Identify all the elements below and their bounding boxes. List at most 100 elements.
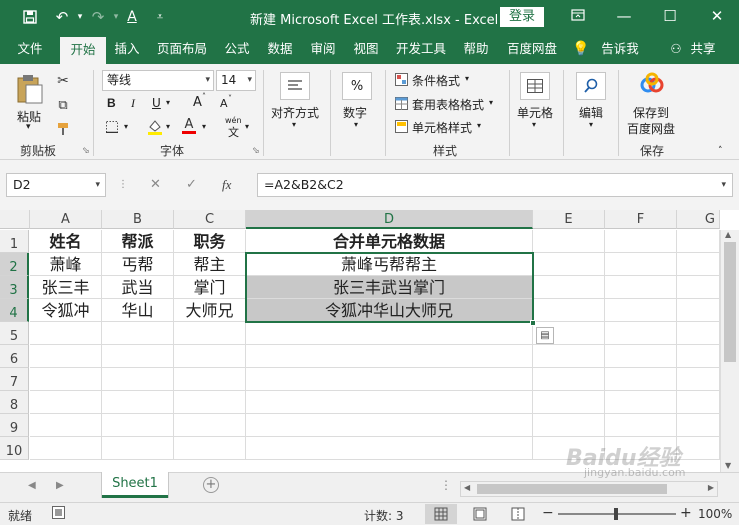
empty-cell[interactable] (533, 276, 605, 299)
page-break-view-icon[interactable] (511, 507, 525, 524)
empty-cell[interactable] (174, 345, 246, 368)
empty-cell[interactable] (533, 368, 605, 391)
fill-handle[interactable] (530, 320, 536, 326)
alignment-button[interactable]: 对齐方式 (271, 104, 319, 121)
cell-c4[interactable]: 大师兄 (174, 299, 246, 322)
empty-cell[interactable] (677, 322, 720, 345)
empty-cell[interactable] (677, 414, 720, 437)
select-all-corner[interactable] (0, 210, 30, 229)
cell-c2[interactable]: 帮主 (174, 253, 246, 276)
fill-color-icon[interactable] (147, 118, 163, 136)
number-format-button[interactable]: 数字 (343, 104, 367, 121)
conditional-format-dropdown-icon[interactable]: ▾ (465, 74, 469, 83)
empty-cell[interactable] (533, 391, 605, 414)
cells-icon[interactable] (520, 72, 550, 100)
editing-button[interactable]: 编辑 (579, 104, 603, 121)
tab-developer[interactable]: 开发工具 (392, 34, 450, 64)
name-box[interactable]: D2 ▾ (6, 173, 106, 197)
border-dropdown-icon[interactable]: ▾ (124, 122, 128, 131)
empty-cell[interactable] (174, 322, 246, 345)
collapse-ribbon-icon[interactable]: ˄ (718, 146, 723, 156)
scroll-left-icon[interactable]: ◀ (464, 483, 470, 492)
cell-a2[interactable]: 萧峰 (30, 253, 102, 276)
column-header-b[interactable]: B (102, 210, 174, 229)
next-sheet-icon[interactable]: ▶ (56, 480, 64, 491)
empty-cell[interactable] (533, 253, 605, 276)
empty-cell[interactable] (174, 414, 246, 437)
cell-c3[interactable]: 掌门 (174, 276, 246, 299)
cells-dropdown-icon[interactable]: ▾ (532, 120, 536, 129)
empty-cell[interactable] (102, 437, 174, 460)
baidu-netdisk-icon[interactable] (638, 70, 666, 98)
empty-cell[interactable] (246, 368, 533, 391)
font-color-quick-icon[interactable]: A (122, 7, 142, 27)
empty-cell[interactable] (677, 391, 720, 414)
column-header-e[interactable]: E (533, 210, 605, 229)
paste-icon[interactable] (14, 72, 46, 106)
row-header-7[interactable]: 7 (0, 368, 29, 391)
cell-a1[interactable]: 姓名 (30, 230, 102, 253)
empty-cell[interactable] (246, 391, 533, 414)
empty-cell[interactable] (677, 345, 720, 368)
tab-home[interactable]: 开始 (60, 37, 106, 64)
prev-sheet-icon[interactable]: ◀ (28, 480, 36, 491)
row-header-4[interactable]: 4 (0, 299, 29, 322)
font-name-combo[interactable]: 等线 ▾ (102, 70, 214, 91)
grow-font-button[interactable]: A (193, 95, 202, 110)
row-header-5[interactable]: 5 (0, 322, 29, 345)
share-button[interactable]: 共享 (686, 34, 720, 64)
cell-d4[interactable]: 令狐冲华山大师兄 (246, 299, 533, 322)
cell-d1[interactable]: 合并单元格数据 (246, 230, 533, 253)
empty-cell[interactable] (605, 230, 677, 253)
normal-view-button[interactable] (425, 504, 457, 524)
empty-cell[interactable] (30, 414, 102, 437)
cell-d3[interactable]: 张三丰武当掌门 (246, 276, 533, 299)
cell-b3[interactable]: 武当 (102, 276, 174, 299)
cell-mode-icon[interactable] (52, 506, 65, 522)
save-to-baidu-line1[interactable]: 保存到 (633, 104, 669, 121)
paste-dropdown-icon[interactable]: ▾ (26, 122, 31, 132)
font-launcher-icon[interactable]: ⬂ (252, 146, 260, 156)
empty-cell[interactable] (533, 230, 605, 253)
percent-icon[interactable]: % (342, 72, 372, 100)
expand-formula-icon[interactable]: ▾ (721, 174, 726, 196)
login-button[interactable]: 登录 (500, 7, 544, 27)
tab-insert[interactable]: 插入 (110, 34, 144, 64)
copy-icon[interactable]: ⧉ (54, 96, 72, 114)
empty-cell[interactable] (30, 345, 102, 368)
zoom-slider-thumb[interactable] (614, 508, 618, 520)
scroll-down-icon[interactable]: ▼ (725, 461, 731, 470)
quick-analysis-icon[interactable]: ▤ (536, 327, 554, 344)
empty-cell[interactable] (677, 276, 720, 299)
empty-cell[interactable] (533, 345, 605, 368)
customize-quick-access-icon[interactable]: ⩡ (150, 7, 170, 27)
row-header-6[interactable]: 6 (0, 345, 29, 368)
empty-cell[interactable] (605, 345, 677, 368)
search-icon[interactable] (576, 72, 606, 100)
worksheet-grid[interactable]: A B C D E F G 1 2 3 4 5 6 7 8 9 10 姓名 帮派… (0, 210, 739, 472)
close-button[interactable]: ✕ (705, 5, 729, 27)
zoom-level[interactable]: 100% (698, 507, 732, 521)
cell-b1[interactable]: 帮派 (102, 230, 174, 253)
person-icon[interactable]: ⚇ (668, 34, 684, 64)
phonetic-dropdown-icon[interactable]: ▾ (245, 122, 249, 131)
empty-cell[interactable] (605, 414, 677, 437)
horizontal-scroll-thumb[interactable] (477, 484, 667, 494)
cell-a4[interactable]: 令狐冲 (30, 299, 102, 322)
empty-cell[interactable] (605, 368, 677, 391)
tab-split-handle-icon[interactable]: ⋮ (440, 478, 452, 492)
empty-cell[interactable] (30, 437, 102, 460)
save-to-baidu-line2[interactable]: 百度网盘 (627, 120, 675, 137)
empty-cell[interactable] (605, 299, 677, 322)
row-header-1[interactable]: 1 (0, 230, 29, 253)
tab-formulas[interactable]: 公式 (220, 34, 254, 64)
redo-icon[interactable]: ↷ (88, 7, 108, 27)
fill-color-dropdown-icon[interactable]: ▾ (166, 122, 170, 131)
empty-cell[interactable] (605, 322, 677, 345)
empty-cell[interactable] (30, 391, 102, 414)
empty-cell[interactable] (246, 345, 533, 368)
clipboard-launcher-icon[interactable]: ⬂ (82, 146, 90, 156)
tab-file[interactable]: 文件 (10, 34, 50, 64)
row-header-3[interactable]: 3 (0, 276, 29, 299)
cell-b4[interactable]: 华山 (102, 299, 174, 322)
